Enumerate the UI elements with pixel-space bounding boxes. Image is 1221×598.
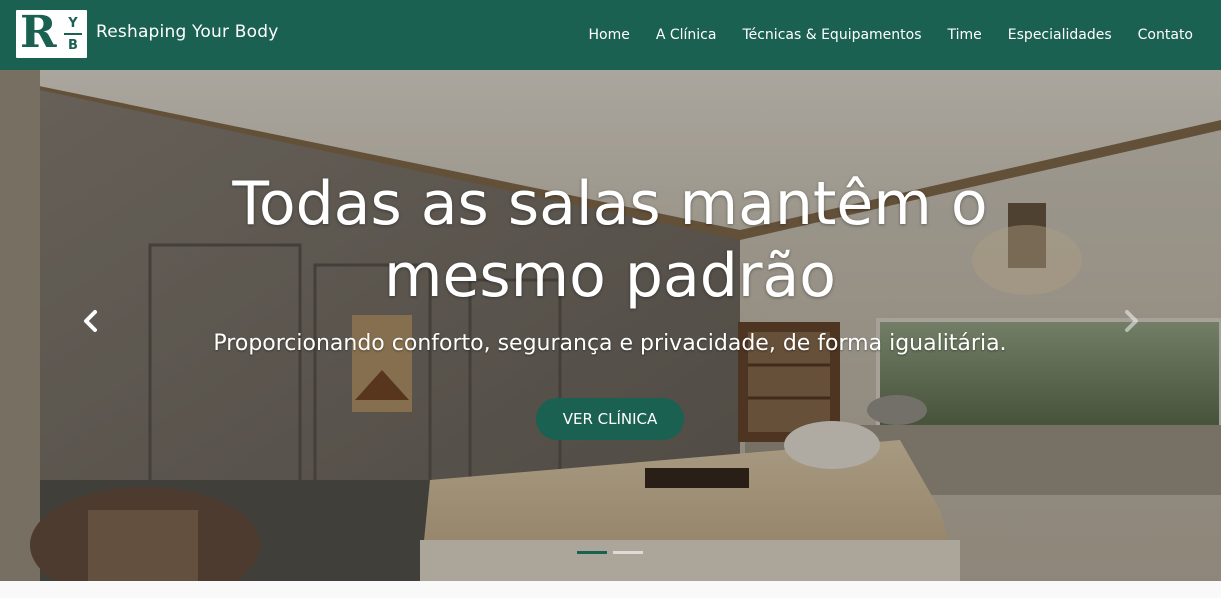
nav-menu: Home A Clínica Técnicas & Equipamentos T… [588,0,1193,70]
ver-clinica-button[interactable]: VER CLÍNICA [536,398,684,440]
logo-divider [64,33,82,35]
logo-letter-y: Y [68,16,78,31]
nav-link-home[interactable]: Home [588,21,629,49]
nav-link-clinica[interactable]: A Clínica [656,21,717,49]
navbar: R Y B Reshaping Your Body Home A Clínica… [0,0,1221,70]
nav-item-especialidades: Especialidades [1008,21,1112,49]
nav-item-home: Home [588,21,629,49]
carousel-indicator-1[interactable] [577,551,607,554]
nav-item-time: Time [948,21,982,49]
chevron-right-icon [1125,310,1138,332]
hero-overlay [0,70,1221,581]
carousel-prev-button[interactable] [76,306,106,336]
chevron-left-icon [84,310,97,332]
carousel-next-button[interactable] [1116,306,1146,336]
nav-link-especialidades[interactable]: Especialidades [1008,21,1112,49]
hero-subtitle: Proporcionando conforto, segurança e pri… [213,331,1007,356]
carousel-indicator-2[interactable] [613,551,643,554]
brand-name[interactable]: Reshaping Your Body [96,20,278,44]
next-section-edge [0,581,1221,598]
nav-link-tecnicas[interactable]: Técnicas & Equipamentos [742,21,921,49]
nav-link-contato[interactable]: Contato [1138,21,1193,49]
hero-title: Todas as salas mantêm o mesmo padrão [232,169,988,311]
carousel-indicators [577,551,643,557]
logo-link[interactable]: R Y B [16,7,87,58]
nav-item-contato: Contato [1138,21,1193,49]
logo-letter-r: R [20,7,57,58]
nav-item-clinica: A Clínica [656,21,717,49]
logo-letter-b: B [68,38,78,53]
nav-link-time[interactable]: Time [948,21,982,49]
nav-item-tecnicas: Técnicas & Equipamentos [742,21,921,49]
hero-carousel: Todas as salas mantêm o mesmo padrão Pro… [0,70,1221,581]
